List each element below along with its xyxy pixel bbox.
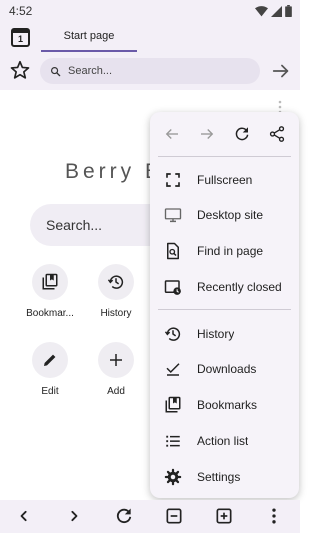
shortcut-label: Add	[107, 386, 125, 397]
address-placeholder: Search...	[68, 65, 113, 77]
tab-count: 1	[17, 34, 23, 44]
menu-item-label: Bookmarks	[197, 398, 258, 412]
desktop-icon	[164, 208, 182, 223]
menu-divider	[158, 156, 291, 157]
menu-divider	[158, 309, 291, 310]
bookmark-star-button[interactable]	[9, 59, 31, 81]
menu-back-button[interactable]	[163, 125, 181, 143]
share-icon	[270, 126, 285, 142]
menu-item-action-list[interactable]: Action list	[150, 424, 299, 458]
shortcut-icon-circle	[98, 342, 134, 378]
chevron-left-icon	[20, 510, 27, 522]
tab-start-page[interactable]: Start page	[41, 22, 137, 52]
battery-icon	[285, 5, 292, 17]
address-bar[interactable]: Search...	[40, 58, 260, 84]
chevron-right-icon	[71, 510, 78, 522]
status-bar: 4:52	[0, 0, 300, 22]
menu-forward-button[interactable]	[198, 125, 216, 143]
menu-item-label: Action list	[197, 434, 249, 448]
history-icon	[164, 327, 181, 341]
star-icon	[10, 60, 30, 79]
more-vert-icon	[272, 508, 276, 524]
shortcut-label: Bookmar...	[26, 308, 74, 319]
menu-reload-button[interactable]	[233, 125, 251, 143]
menu-item-label: Find in page	[197, 244, 264, 258]
back-icon	[165, 129, 178, 139]
signal-icon	[271, 5, 282, 17]
arrow-right-icon	[272, 64, 289, 78]
bookmarks-icon	[42, 273, 58, 290]
menu-share-button[interactable]	[268, 125, 286, 143]
menu-item-downloads[interactable]: Downloads	[150, 352, 299, 386]
shortcut-history[interactable]: History	[81, 264, 151, 319]
fullscreen-icon	[166, 173, 180, 187]
menu-item-label: Desktop site	[197, 208, 264, 222]
pencil-icon	[44, 354, 56, 366]
overflow-menu: Fullscreen Desktop site Find in page Rec…	[150, 112, 299, 498]
menu-item-label: Fullscreen	[197, 173, 253, 187]
tab-switcher-button[interactable]: 1	[11, 28, 30, 47]
settings-icon	[164, 468, 182, 486]
status-time: 4:52	[9, 4, 33, 18]
shortcut-edit[interactable]: Edit	[15, 342, 85, 397]
bottom-reload-button[interactable]	[114, 506, 134, 526]
find-in-page-icon	[167, 242, 179, 260]
menu-item-history[interactable]: History	[150, 317, 299, 351]
bottom-toolbar	[0, 500, 300, 533]
reload-icon	[116, 508, 132, 524]
menu-item-find-in-page[interactable]: Find in page	[150, 234, 299, 268]
downloads-icon	[166, 363, 180, 376]
plus-icon	[110, 354, 122, 366]
menu-item-label: Recently closed	[197, 280, 282, 294]
shortcut-label: History	[100, 308, 132, 319]
bottom-more-button[interactable]	[264, 506, 284, 526]
forward-icon	[200, 129, 214, 139]
shortcut-label: Edit	[41, 386, 59, 397]
reload-icon	[235, 127, 249, 141]
shortcut-icon-circle	[32, 264, 68, 300]
bottom-new-tab-button[interactable]	[214, 506, 234, 526]
menu-item-recently-closed[interactable]: Recently closed	[150, 270, 299, 304]
menu-item-label: History	[197, 327, 235, 341]
menu-item-settings[interactable]: Settings	[150, 460, 299, 494]
search-icon	[51, 66, 61, 76]
menu-top-actions	[150, 112, 299, 156]
shortcut-icon-circle	[32, 342, 68, 378]
history-icon	[107, 275, 124, 289]
wifi-icon	[255, 5, 268, 16]
menu-item-desktop-site[interactable]: Desktop site	[150, 198, 299, 232]
bottom-forward-button[interactable]	[64, 506, 84, 526]
close-tab-icon	[166, 508, 182, 524]
bottom-close-tab-button[interactable]	[164, 506, 184, 526]
shortcut-add[interactable]: Add	[81, 342, 151, 397]
menu-item-label: Settings	[197, 470, 241, 484]
home-search-placeholder: Search...	[46, 217, 103, 233]
brand-title: Berry B	[65, 160, 164, 183]
new-tab-icon	[216, 508, 232, 524]
browser-header: 1 Start page Search...	[0, 22, 300, 90]
shortcut-icon-circle	[98, 264, 134, 300]
bookmarks-icon	[165, 396, 181, 413]
menu-item-bookmarks[interactable]: Bookmarks	[150, 388, 299, 422]
go-button[interactable]	[270, 60, 292, 82]
shortcut-bookmarks[interactable]: Bookmar...	[15, 264, 85, 319]
recently-closed-icon	[164, 280, 181, 295]
bottom-back-button[interactable]	[14, 506, 34, 526]
list-icon	[166, 435, 180, 447]
status-icons	[255, 5, 292, 17]
menu-item-label: Downloads	[197, 362, 257, 376]
menu-item-fullscreen[interactable]: Fullscreen	[150, 163, 299, 197]
